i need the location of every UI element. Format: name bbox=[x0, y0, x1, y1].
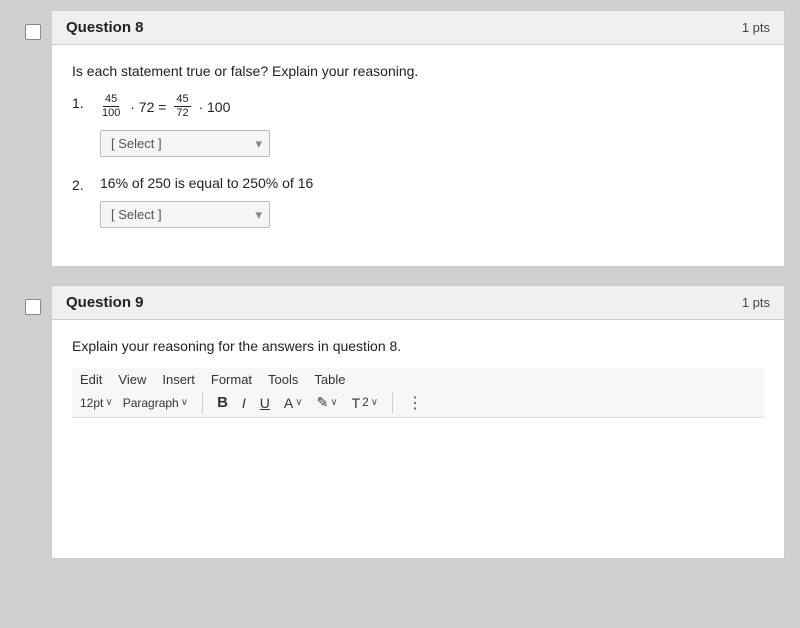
font-color-chevron-icon: ∨ bbox=[295, 397, 302, 408]
editor-area[interactable] bbox=[72, 418, 764, 538]
question-9-pts: 1 pts bbox=[742, 295, 770, 310]
item-1-num: 1. bbox=[72, 93, 100, 111]
size-chevron-icon: ∨ bbox=[105, 397, 112, 408]
toolbar-separator-1 bbox=[202, 393, 203, 413]
checkbox-col-8 bbox=[15, 10, 51, 267]
item-2-select[interactable]: [ Select ] True False bbox=[100, 201, 270, 228]
question-8-intro: Is each statement true or false? Explain… bbox=[72, 63, 764, 79]
question-8-pts: 1 pts bbox=[742, 20, 770, 35]
menu-edit[interactable]: Edit bbox=[80, 372, 102, 387]
item-2-content: 16% of 250 is equal to 250% of 16 [ Sele… bbox=[100, 175, 764, 228]
frac-45-72: 45 72 bbox=[174, 93, 190, 120]
menu-insert[interactable]: Insert bbox=[162, 372, 195, 387]
dot-72: · 72 = bbox=[126, 99, 170, 115]
superscript-button[interactable]: T2 ∨ bbox=[348, 393, 382, 413]
menu-format[interactable]: Format bbox=[211, 372, 252, 387]
question-8-checkbox[interactable] bbox=[25, 24, 41, 40]
page: Question 8 1 pts Is each statement true … bbox=[0, 0, 800, 628]
para-chevron-icon: ∨ bbox=[181, 397, 188, 408]
item-2-num: 2. bbox=[72, 175, 100, 193]
item-1-select-wrapper: [ Select ] True False bbox=[100, 130, 270, 157]
item-1-select[interactable]: [ Select ] True False bbox=[100, 130, 270, 157]
question-9-title: Question 9 bbox=[66, 294, 144, 311]
checkbox-col-9 bbox=[15, 285, 51, 559]
underline-button[interactable]: U bbox=[256, 393, 274, 413]
toolbar-size[interactable]: 12pt ∨ bbox=[80, 396, 113, 410]
question-9-intro: Explain your reasoning for the answers i… bbox=[72, 338, 764, 354]
menu-table[interactable]: Table bbox=[314, 372, 345, 387]
highlight-chevron-icon: ∨ bbox=[330, 397, 337, 408]
item-1-content: 45 100 · 72 = 45 72 bbox=[100, 93, 764, 157]
question-8-header: Question 8 1 pts bbox=[52, 11, 784, 45]
question-8-block: Question 8 1 pts Is each statement true … bbox=[15, 10, 785, 267]
question-9-header: Question 9 1 pts bbox=[52, 286, 784, 320]
menu-tools[interactable]: Tools bbox=[268, 372, 298, 387]
font-color-button[interactable]: A ∨ bbox=[280, 393, 307, 413]
highlight-button[interactable]: ✎ ∨ bbox=[313, 392, 342, 413]
toolbar-menu: Edit View Insert Format Tools Table bbox=[80, 372, 756, 387]
toolbar-separator-2 bbox=[392, 393, 393, 413]
italic-button[interactable]: I bbox=[238, 393, 250, 413]
item-2-row: 2. 16% of 250 is equal to 250% of 16 [ S… bbox=[72, 175, 764, 228]
question-8-body: Is each statement true or false? Explain… bbox=[52, 45, 784, 266]
toolbar-para[interactable]: Paragraph ∨ bbox=[123, 396, 188, 410]
item-1-row: 1. 45 100 · 72 = bbox=[72, 93, 764, 157]
question-8-card: Question 8 1 pts Is each statement true … bbox=[51, 10, 785, 267]
item-2-select-wrapper: [ Select ] True False bbox=[100, 201, 270, 228]
superscript-chevron-icon: ∨ bbox=[371, 397, 378, 408]
question-9-block: Question 9 1 pts Explain your reasoning … bbox=[15, 285, 785, 559]
frac-45-100: 45 100 bbox=[100, 93, 122, 120]
bold-button[interactable]: B bbox=[213, 392, 232, 413]
item-2-text: 16% of 250 is equal to 250% of 16 bbox=[100, 175, 764, 191]
more-options-button[interactable]: ⋮ bbox=[403, 393, 427, 413]
size-label: 12pt bbox=[80, 396, 103, 410]
item-1-math: 45 100 · 72 = 45 72 bbox=[100, 93, 764, 120]
para-label: Paragraph bbox=[123, 396, 179, 410]
question-9-card: Question 9 1 pts Explain your reasoning … bbox=[51, 285, 785, 559]
question-8-title: Question 8 bbox=[66, 19, 144, 36]
question-9-checkbox[interactable] bbox=[25, 299, 41, 315]
editor-toolbar: Edit View Insert Format Tools Table 12pt… bbox=[72, 368, 764, 418]
question-9-body: Explain your reasoning for the answers i… bbox=[52, 320, 784, 558]
dot-100: · 100 bbox=[195, 99, 231, 115]
menu-view[interactable]: View bbox=[118, 372, 146, 387]
toolbar-controls: 12pt ∨ Paragraph ∨ B I U A ∨ ✎ ∨ T bbox=[80, 392, 756, 413]
